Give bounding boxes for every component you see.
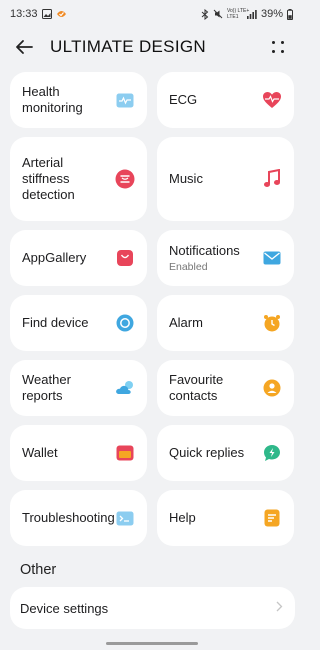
alarm-clock-icon (262, 313, 282, 333)
device-settings-row[interactable]: Device settings (10, 587, 295, 629)
device-settings-label: Device settings (20, 600, 109, 616)
card-label: AppGallery (22, 250, 87, 265)
card-label: Health monitoring (22, 84, 83, 115)
chevron-right-icon (276, 599, 283, 617)
card-favourite-contacts[interactable]: Favourite contacts (157, 360, 294, 416)
find-device-icon (115, 313, 135, 333)
gallery-notification-icon (41, 9, 52, 19)
card-label: Quick replies (169, 445, 245, 460)
header: ULTIMATE DESIGN (0, 30, 303, 64)
battery-level: 39% (260, 8, 283, 20)
card-alarm[interactable]: Alarm (157, 295, 294, 351)
dot (280, 40, 284, 44)
card-text: Notifications Enabled (169, 243, 240, 273)
dot (280, 49, 284, 53)
card-label: Arterial stiffness detection (22, 155, 75, 202)
card-notifications[interactable]: Notifications Enabled (157, 230, 294, 286)
card-label: Alarm (169, 315, 203, 330)
status-time: 13:33 (10, 8, 38, 20)
card-label: Weather reports (22, 372, 71, 403)
bluetooth-icon (201, 8, 209, 20)
network-indicator: Vo)) LTE+ LTE1 (226, 8, 250, 20)
contact-icon (262, 378, 282, 398)
status-left: 13:33 (10, 8, 67, 20)
card-appgallery[interactable]: AppGallery (10, 230, 147, 286)
card-find-device[interactable]: Find device (10, 295, 147, 351)
help-icon (262, 508, 282, 528)
card-health-monitoring[interactable]: Health monitoring (10, 72, 147, 128)
card-arterial-stiffness[interactable]: Arterial stiffness detection (10, 137, 147, 221)
card-ecg[interactable]: ECG (157, 72, 294, 128)
page-title: ULTIMATE DESIGN (50, 37, 206, 56)
back-button[interactable] (14, 33, 42, 61)
back-arrow-icon (16, 40, 33, 54)
mute-icon (213, 9, 223, 19)
card-music[interactable]: Music (157, 137, 294, 221)
card-wallet[interactable]: Wallet (10, 425, 147, 481)
troubleshoot-icon (115, 508, 135, 528)
gesture-nav-handle[interactable] (106, 642, 198, 645)
feature-grid: Health monitoring ECG Arterial stiffness… (10, 72, 295, 555)
card-troubleshooting[interactable]: Troubleshooting (10, 490, 147, 546)
status-right: Vo)) LTE+ LTE1 39% (201, 8, 293, 20)
more-options-button[interactable] (267, 36, 289, 58)
arterial-icon (115, 169, 135, 189)
card-label: ECG (169, 92, 198, 107)
health-chart-icon (115, 90, 135, 110)
card-label: Wallet (22, 445, 58, 460)
card-label: Troubleshooting (22, 510, 115, 525)
card-label: Music (169, 171, 203, 186)
dot (271, 40, 275, 44)
card-label: Find device (22, 315, 89, 330)
card-help[interactable]: Help (157, 490, 294, 546)
shopping-bag-icon (115, 248, 135, 268)
section-title-other: Other (20, 562, 57, 578)
card-label: Help (169, 510, 196, 525)
wallet-icon (115, 443, 135, 463)
signal-icon (246, 9, 257, 19)
card-label: Favourite contacts (169, 372, 224, 403)
mail-icon (262, 248, 282, 268)
quick-reply-icon (262, 443, 282, 463)
dot (271, 49, 275, 53)
weather-icon (115, 378, 135, 398)
heart-pulse-icon (262, 90, 282, 110)
battery-icon (287, 8, 293, 20)
card-status: Enabled (169, 261, 208, 273)
card-label: Notifications (169, 243, 240, 258)
app-notification-icon (56, 9, 67, 19)
card-weather-reports[interactable]: Weather reports (10, 360, 147, 416)
card-quick-replies[interactable]: Quick replies (157, 425, 294, 481)
music-note-icon (262, 169, 282, 189)
status-bar: 13:33 Vo)) LTE+ LTE1 39% (0, 0, 303, 28)
